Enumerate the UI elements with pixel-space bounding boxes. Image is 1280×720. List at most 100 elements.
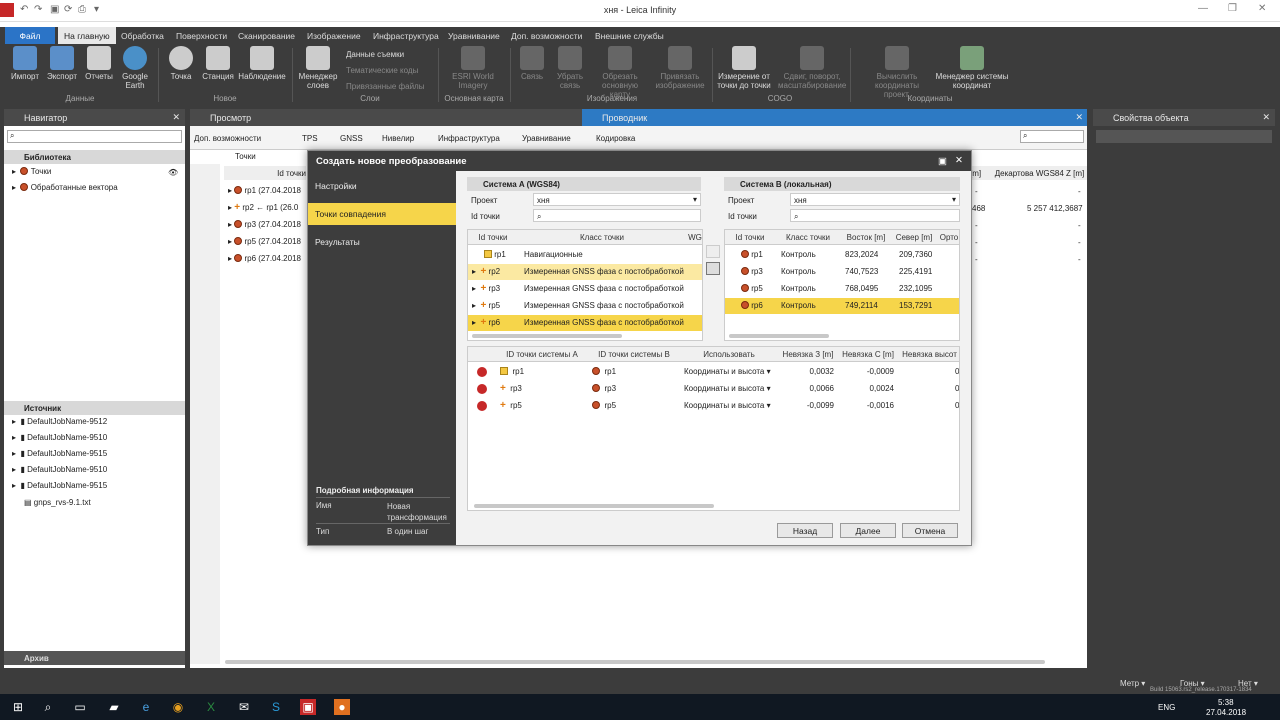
col-header[interactable]: Невязка З [m]: [778, 347, 838, 362]
close-icon[interactable]: ✕: [1262, 112, 1270, 123]
observation-button[interactable]: Наблюдение: [236, 46, 288, 81]
menu-home[interactable]: На главную: [58, 27, 116, 44]
properties-selector[interactable]: [1096, 130, 1272, 143]
task-view-icon[interactable]: ▭: [72, 699, 88, 715]
close-icon[interactable]: ✕: [1075, 112, 1083, 123]
windows-start-icon[interactable]: ⊞: [10, 699, 26, 715]
col-header[interactable]: WG: [686, 230, 702, 245]
unit-selector[interactable]: Метр ▾: [1120, 679, 1145, 688]
col-header[interactable]: Невязка С [m]: [838, 347, 898, 362]
excel-icon[interactable]: X: [203, 699, 219, 715]
reports-button[interactable]: Отчеты: [82, 46, 116, 81]
clock-time[interactable]: 5:38: [1218, 698, 1234, 707]
source-item[interactable]: ▸ ▮ DefaultJobName-9510: [12, 465, 107, 479]
shift-button[interactable]: Сдвиг, поворот, масштабирование: [778, 46, 846, 90]
next-button[interactable]: Далее: [840, 523, 896, 538]
menu-processing[interactable]: Обработка: [121, 31, 164, 41]
col-header[interactable]: Класс точки: [518, 230, 686, 245]
clock-date[interactable]: 27.04.2018: [1206, 708, 1246, 717]
source-item[interactable]: ▸ ▮ DefaultJobName-9510: [12, 433, 107, 447]
export-button[interactable]: Экспорт: [44, 46, 80, 81]
source-item[interactable]: ▤ gnps_rvs-9.1.txt: [24, 498, 91, 512]
system-a-project-select[interactable]: хня ▾: [533, 193, 701, 206]
menu-adjustment[interactable]: Уравнивание: [448, 31, 500, 41]
horizontal-scrollbar[interactable]: [225, 660, 1045, 664]
explorer-search[interactable]: ⌕: [1020, 130, 1084, 143]
nav-settings[interactable]: Настройки: [308, 175, 456, 197]
survey-data-dropdown[interactable]: Данные съемки: [346, 50, 404, 59]
cancel-button[interactable]: Отмена: [902, 523, 958, 538]
menu-image[interactable]: Изображение: [307, 31, 361, 41]
col-header[interactable]: Восток [m]: [841, 230, 891, 245]
col-header[interactable]: Id точки: [468, 230, 518, 245]
col-header[interactable]: Север [m]: [891, 230, 937, 245]
tree-item-points[interactable]: ▸ Точки: [12, 167, 51, 181]
close-icon[interactable]: ✕: [1258, 3, 1266, 14]
source-item[interactable]: ▸ ▮ DefaultJobName-9512: [12, 417, 107, 431]
col-header[interactable]: Орто: [937, 230, 959, 245]
system-b-project-select[interactable]: хня ▾: [790, 193, 960, 206]
table-row[interactable]: + rp3: [500, 384, 522, 393]
archive-header[interactable]: Архив: [4, 651, 185, 665]
remove-link-button[interactable]: Убрать связь: [552, 46, 588, 90]
back-button[interactable]: Назад: [777, 523, 833, 538]
language-indicator[interactable]: ENG: [1158, 703, 1175, 712]
point-button[interactable]: Точка: [164, 46, 198, 81]
view-row[interactable]: ▸ + rp2 ← rp1 (26.0: [228, 203, 298, 217]
table-row[interactable]: rp1: [500, 367, 524, 376]
thematic-codes-dropdown[interactable]: Тематические коды: [346, 66, 418, 75]
delete-icon[interactable]: [477, 384, 487, 394]
tab-level[interactable]: Нивелир: [382, 134, 414, 143]
import-button[interactable]: Импорт: [8, 46, 42, 81]
minimize-icon[interactable]: —: [1198, 3, 1208, 14]
col-header[interactable]: ID точки системы A: [496, 347, 588, 362]
table-row[interactable]: + rp5: [500, 401, 522, 410]
use-select[interactable]: Координаты и высота ▾: [684, 401, 771, 410]
close-icon[interactable]: ✕: [172, 112, 180, 123]
nav-match-points[interactable]: Точки совпадения: [308, 203, 456, 225]
attach-image-button[interactable]: Привязать изображение: [652, 46, 708, 90]
col-header[interactable]: Невязка высот: [898, 347, 959, 362]
table-row[interactable]: rp1: [741, 250, 763, 259]
skype-icon[interactable]: S: [268, 699, 284, 715]
table-row[interactable]: rp3: [741, 267, 763, 276]
menu-scanning[interactable]: Сканирование: [238, 31, 295, 41]
view-row[interactable]: ▸ rp6 (27.04.2018: [228, 254, 301, 268]
measure-button[interactable]: Измерение от точки до точки: [714, 46, 774, 90]
search-icon[interactable]: ⌕: [40, 699, 56, 715]
maximize-icon[interactable]: ▣: [938, 156, 947, 167]
recorder-icon[interactable]: ●: [334, 699, 350, 715]
use-select[interactable]: Координаты и высота ▾: [684, 384, 771, 393]
view-row[interactable]: ▸ rp1 (27.04.2018: [228, 186, 301, 200]
menu-surfaces[interactable]: Поверхности: [176, 31, 227, 41]
cs-manager-button[interactable]: Менеджер системы координат: [934, 46, 1010, 90]
maximize-icon[interactable]: ❐: [1228, 3, 1237, 14]
google-earth-button[interactable]: Google Earth: [118, 46, 152, 90]
tab-infrastructure[interactable]: Инфраструктура: [438, 134, 500, 143]
edge-icon[interactable]: e: [138, 699, 154, 715]
layer-manager-button[interactable]: Менеджер слоев: [296, 46, 340, 90]
unlink-points-button[interactable]: [706, 245, 720, 258]
tab-extras[interactable]: Доп. возможности: [194, 134, 261, 143]
col-header[interactable]: ID точки системы B: [588, 347, 680, 362]
col-header[interactable]: Класс точки: [775, 230, 841, 245]
view-row[interactable]: ▸ rp3 (27.04.2018: [228, 220, 301, 234]
source-item[interactable]: ▸ ▮ DefaultJobName-9515: [12, 449, 107, 463]
nav-results[interactable]: Результаты: [308, 231, 456, 253]
horizontal-scrollbar[interactable]: [472, 334, 622, 338]
tab-tps[interactable]: TPS: [302, 134, 318, 143]
station-button[interactable]: Станция: [200, 46, 236, 81]
view-row[interactable]: ▸ rp5 (27.04.2018: [228, 237, 301, 251]
library-header[interactable]: Библиотека: [4, 150, 185, 164]
navigator-search[interactable]: ⌕: [7, 130, 182, 143]
linked-files-dropdown[interactable]: Привязанные файлы: [346, 82, 424, 91]
leica-infinity-icon[interactable]: ▣: [300, 699, 316, 715]
crop-map-button[interactable]: Обрезать основную карту: [592, 46, 648, 99]
delete-icon[interactable]: [477, 367, 487, 377]
system-a-id-search[interactable]: ⌕: [533, 209, 701, 222]
menu-file[interactable]: Файл: [5, 27, 55, 44]
delete-icon[interactable]: [477, 401, 487, 411]
system-b-id-search[interactable]: ⌕: [790, 209, 960, 222]
close-icon[interactable]: ✕: [955, 155, 963, 166]
esri-button[interactable]: ESRI World Imagery: [442, 46, 504, 90]
